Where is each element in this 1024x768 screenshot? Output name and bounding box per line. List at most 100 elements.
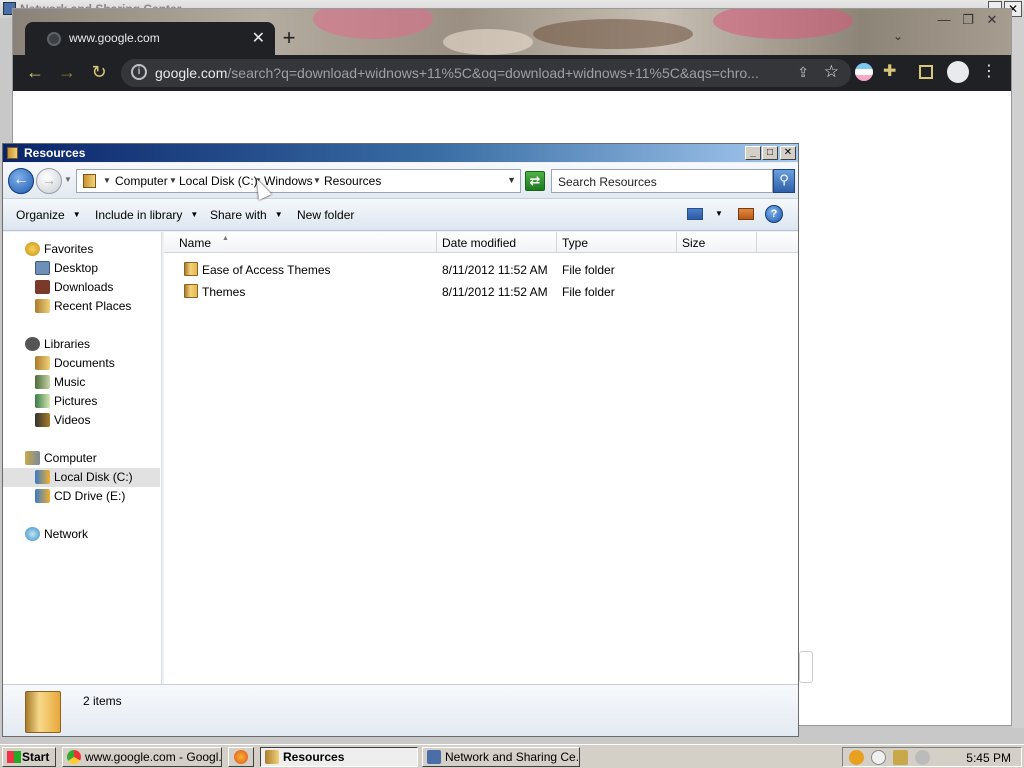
restore-icon[interactable]: ❐ [957, 13, 979, 28]
taskbar-firefox[interactable] [228, 747, 254, 767]
share-icon[interactable]: ⇪ [797, 64, 809, 81]
loading-icon [47, 32, 61, 46]
maximize-button[interactable]: □ [762, 146, 778, 160]
include-in-library-button[interactable]: Include in library ▼ [95, 208, 198, 222]
new-folder-button[interactable]: New folder [297, 208, 354, 222]
taskbar-chrome[interactable]: www.google.com - Googl... [62, 747, 222, 767]
search-input[interactable]: Search Resources [551, 169, 773, 193]
new-tab-button[interactable]: + [275, 25, 303, 53]
taskbar-resources[interactable]: Resources [260, 747, 418, 767]
nav-libraries-label: Libraries [44, 337, 91, 351]
address-bar[interactable]: i google.com/search?q=download+widnows+1… [121, 59, 851, 87]
column-date-modified[interactable]: Date modified [437, 232, 557, 253]
breadcrumb[interactable]: ▼ Computer ▼ Local Disk (C:) ▼ Windows ▼… [76, 169, 521, 193]
minimize-icon[interactable]: — [933, 13, 955, 28]
back-button[interactable]: ← [8, 168, 34, 194]
preview-pane-icon[interactable] [738, 208, 754, 220]
chevron-down-icon[interactable]: ▼ [715, 209, 723, 218]
avatar[interactable] [947, 61, 969, 83]
share-with-button[interactable]: Share with ▼ [210, 208, 283, 222]
info-icon[interactable]: i [131, 64, 147, 80]
nav-pictures[interactable]: Pictures [3, 392, 160, 411]
nav-documents[interactable]: Documents [3, 354, 160, 373]
chevron-right-icon[interactable]: ▼ [169, 176, 177, 185]
scroll-handle[interactable] [799, 651, 813, 683]
help-icon[interactable]: ? [765, 205, 783, 223]
nav-network[interactable]: Network [3, 525, 160, 544]
breadcrumb-resources[interactable]: Resources [324, 174, 381, 188]
volume-icon[interactable] [915, 750, 930, 765]
nav-downloads[interactable]: Downloads [3, 278, 160, 297]
breadcrumb-computer[interactable]: Computer [115, 174, 168, 188]
folder-icon [184, 284, 198, 298]
column-headers: Name ▲ Date modified Type Size [164, 232, 798, 253]
nav-desktop[interactable]: Desktop [3, 259, 160, 278]
star-icon [25, 242, 40, 256]
extensions-icon[interactable]: ✚ [883, 61, 905, 83]
close-button[interactable]: ✕ [780, 146, 796, 160]
url-path: /search?q=download+widnows+11%5C&oq=down… [227, 65, 759, 81]
close-icon[interactable]: ✕ [981, 13, 1003, 28]
computer-icon [25, 451, 40, 465]
file-type: File folder [562, 263, 615, 277]
column-date-label: Date modified [442, 236, 517, 250]
clock[interactable]: 5:45 PM [966, 751, 1011, 765]
side-panel-icon[interactable] [919, 65, 933, 79]
drive-icon [35, 470, 50, 484]
profile-flag-icon[interactable] [855, 63, 873, 81]
back-icon[interactable]: ← [23, 61, 47, 85]
url-text[interactable]: google.com/search?q=download+widnows+11%… [155, 65, 775, 81]
table-row[interactable]: Ease of Access Themes 8/11/2012 11:52 AM… [164, 259, 798, 281]
nav-recent-label: Recent Places [54, 299, 132, 313]
refresh-button[interactable]: ⇄ [525, 171, 545, 191]
nav-computer[interactable]: Computer [3, 449, 160, 468]
star-icon[interactable]: ☆ [824, 62, 839, 82]
table-row[interactable]: Themes 8/11/2012 11:52 AM File folder [164, 281, 798, 303]
reload-icon[interactable]: ↻ [87, 61, 111, 85]
breadcrumb-windows[interactable]: Windows [264, 174, 313, 188]
theme-paint [713, 9, 853, 39]
minimize-button[interactable]: _ [745, 146, 761, 160]
nav-music[interactable]: Music [3, 373, 160, 392]
nav-libraries[interactable]: Libraries [3, 335, 160, 354]
chevron-right-icon[interactable]: ▼ [103, 176, 111, 185]
start-button[interactable]: Start [2, 747, 56, 767]
organize-button[interactable]: Organize ▼ [16, 208, 81, 222]
nav-local-disk[interactable]: Local Disk (C:) [3, 468, 160, 487]
explorer-titlebar[interactable]: Resources _ □ ✕ [3, 144, 798, 162]
breadcrumb-local-disk[interactable]: Local Disk (C:) [179, 174, 258, 188]
downloads-icon [35, 280, 50, 294]
folder-icon [184, 262, 198, 276]
nav-videos[interactable]: Videos [3, 411, 160, 430]
column-type[interactable]: Type [557, 232, 677, 253]
views-icon[interactable] [687, 208, 703, 220]
folder-icon [7, 147, 18, 159]
nav-documents-label: Documents [54, 356, 115, 370]
chevron-right-icon[interactable]: ▼ [313, 176, 321, 185]
taskbar-network[interactable]: Network and Sharing Ce... [422, 747, 580, 767]
column-name[interactable]: Name ▲ [174, 232, 437, 253]
column-size[interactable]: Size [677, 232, 757, 253]
network-icon[interactable] [893, 750, 908, 765]
column-name-label: Name [179, 236, 212, 250]
chevron-down-icon[interactable]: ⌄ [893, 29, 903, 43]
tab-close-icon[interactable]: ✕ [252, 28, 265, 48]
chevron-down-icon[interactable]: ▼ [64, 175, 72, 184]
forward-icon[interactable]: → [55, 61, 79, 85]
tab-title: www.google.com [69, 31, 160, 45]
chevron-down-icon[interactable]: ▼ [507, 175, 516, 185]
details-pane: 2 items [3, 684, 798, 736]
file-date: 8/11/2012 11:52 AM [442, 263, 548, 277]
tab-google[interactable]: www.google.com ✕ [25, 22, 275, 55]
search-icon[interactable]: ⚲ [773, 169, 795, 193]
recent-places-icon [35, 299, 50, 313]
firefox-icon [234, 750, 248, 764]
search-icon[interactable] [849, 750, 864, 765]
status-icon[interactable] [871, 750, 886, 765]
file-name: Ease of Access Themes [202, 263, 331, 277]
menu-icon[interactable]: ⋮ [981, 61, 1003, 83]
nav-cd-drive[interactable]: CD Drive (E:) [3, 487, 160, 506]
nav-recent-places[interactable]: Recent Places [3, 297, 160, 316]
forward-button[interactable]: → [36, 168, 62, 194]
nav-favorites[interactable]: Favorites [3, 240, 160, 259]
